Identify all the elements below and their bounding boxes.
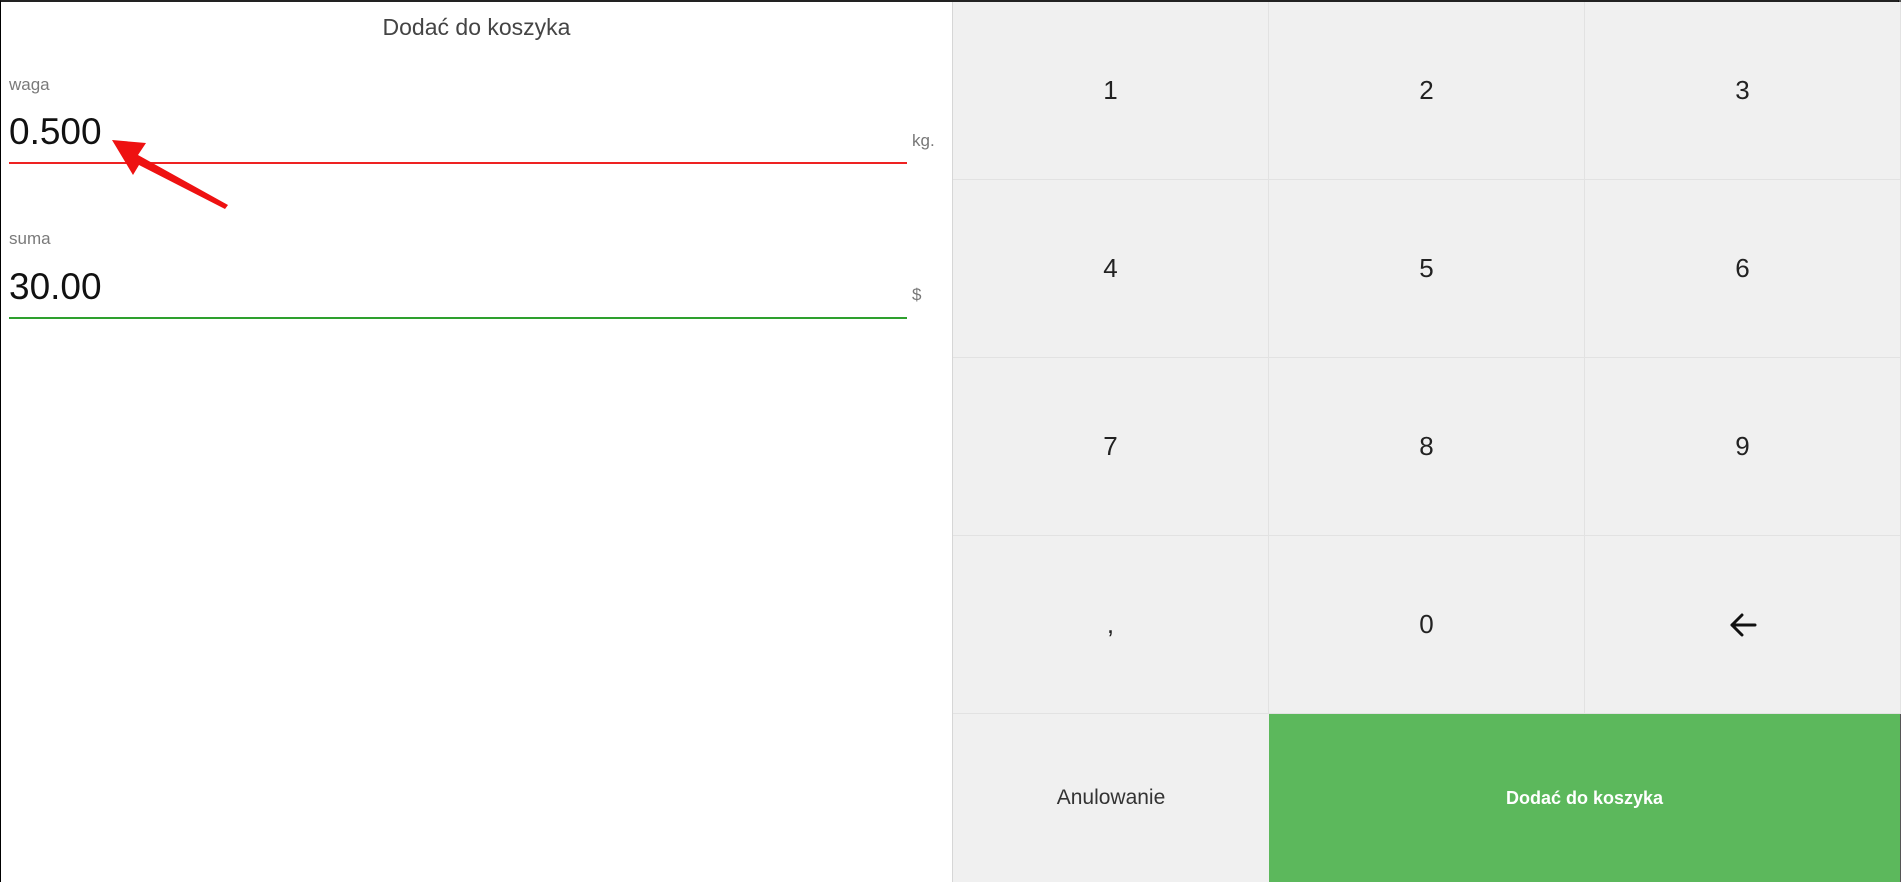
key-6[interactable]: 6 [1585, 180, 1901, 358]
sum-input[interactable]: 30.00 [9, 266, 102, 308]
key-1[interactable]: 1 [953, 2, 1269, 180]
arrow-left-icon [1730, 613, 1756, 636]
key-2[interactable]: 2 [1269, 2, 1585, 180]
add-to-cart-dialog: Dodać do koszyka waga 0.500 kg. suma 30.… [0, 0, 1901, 882]
add-to-cart-button[interactable]: Dodać do koszyka [1269, 714, 1900, 882]
key-comma[interactable]: , [953, 536, 1269, 714]
key-3[interactable]: 3 [1585, 2, 1901, 180]
key-8[interactable]: 8 [1269, 358, 1585, 536]
cancel-button[interactable]: Anulowanie [953, 714, 1269, 882]
numeric-keypad: 1 2 3 4 5 6 7 8 9 , 0 Anulowanie Dodać d… [952, 2, 1901, 882]
sum-label: suma [9, 229, 51, 248]
key-0[interactable]: 0 [1269, 536, 1585, 714]
key-4[interactable]: 4 [953, 180, 1269, 358]
weight-unit: kg. [912, 131, 935, 150]
key-9[interactable]: 9 [1585, 358, 1901, 536]
sum-unit: $ [912, 285, 922, 304]
form-panel: Dodać do koszyka waga 0.500 kg. suma 30.… [1, 2, 952, 882]
key-7[interactable]: 7 [953, 358, 1269, 536]
weight-input[interactable]: 0.500 [9, 111, 102, 153]
red-arrow-annotation-icon [112, 140, 228, 209]
key-5[interactable]: 5 [1269, 180, 1585, 358]
sum-underline [9, 317, 907, 319]
app-root: Dodać do koszyka waga 0.500 kg. suma 30.… [0, 0, 1901, 882]
sum-field[interactable]: suma 30.00 $ [9, 226, 951, 326]
dialog-title: Dodać do koszyka [382, 14, 571, 40]
weight-label: waga [9, 75, 50, 94]
backspace-button[interactable] [1585, 536, 1901, 714]
